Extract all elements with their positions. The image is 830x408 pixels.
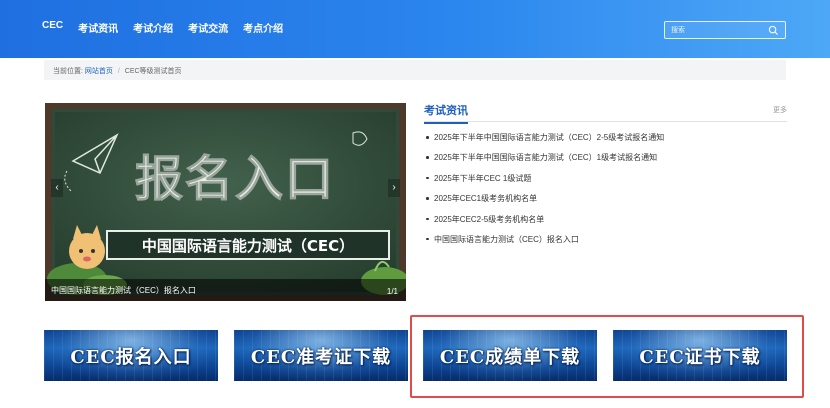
search-box xyxy=(664,21,786,39)
news-item[interactable]: 中国国际语言能力测试（CEC）报名入口 xyxy=(424,234,787,254)
news-item[interactable]: 2025年CEC2-5级考务机构名单 xyxy=(424,214,787,234)
score-report-banner-button[interactable]: CEC成绩单下载 xyxy=(423,330,597,381)
main-nav: CEC 考试资讯 考试介绍 考试交流 考点介绍 xyxy=(42,20,283,35)
news-list: 2025年下半年中国国际语言能力测试（CEC）2-5级考试报名通知 2025年下… xyxy=(424,132,787,254)
search-icon[interactable] xyxy=(768,25,779,36)
news-header: 考试资讯 更多 xyxy=(424,100,787,124)
news-title: 考试资讯 xyxy=(424,102,468,124)
breadcrumb: 当前位置: 网站首页 / CEC等级测试首页 xyxy=(44,60,786,80)
chalk-subtitle-text: 中国国际语言能力测试（CEC） xyxy=(142,237,354,255)
certificate-banner-label: CEC证书下载 xyxy=(639,346,761,368)
slider-counter: 1/1 xyxy=(386,287,398,296)
news-item[interactable]: 2025年下半年CEC 1级试题 xyxy=(424,173,787,193)
chalkboard-banner-image[interactable]: 报名入口 中国国际语言能力测试（CEC） xyxy=(45,103,406,301)
news-item[interactable]: 2025年CEC1级考务机构名单 xyxy=(424,193,787,213)
nav-item-exam-exchange[interactable]: 考试交流 xyxy=(188,20,228,35)
nav-item-cec[interactable]: CEC xyxy=(42,20,63,35)
score-report-banner-label: CEC成绩单下载 xyxy=(439,346,581,368)
nav-item-exam-news[interactable]: 考试资讯 xyxy=(78,20,118,35)
news-item[interactable]: 2025年下半年中国国际语言能力测试（CEC）2-5级考试报名通知 xyxy=(424,132,787,152)
image-slider[interactable]: 报名入口 中国国际语言能力测试（CEC） ‹ › 中国国际语言能力测试（CEC）… xyxy=(45,103,406,301)
admission-ticket-banner-label: CEC准考证下载 xyxy=(250,346,392,368)
slider-next-arrow[interactable]: › xyxy=(388,179,400,197)
news-item[interactable]: 2025年下半年中国国际语言能力测试（CEC）1级考试报名通知 xyxy=(424,152,787,172)
registration-banner-label: CEC报名入口 xyxy=(70,346,192,368)
exam-news-panel: 考试资讯 更多 2025年下半年中国国际语言能力测试（CEC）2-5级考试报名通… xyxy=(424,100,787,254)
slider-caption[interactable]: 中国国际语言能力测试（CEC）报名入口 xyxy=(51,285,196,296)
breadcrumb-home-link[interactable]: 网站首页 xyxy=(85,68,113,75)
news-more-link[interactable]: 更多 xyxy=(773,105,787,115)
chalk-heading-text: 报名入口 xyxy=(135,151,335,207)
breadcrumb-prefix: 当前位置: xyxy=(53,68,83,75)
breadcrumb-current: CEC等级测试首页 xyxy=(124,68,182,75)
certificate-banner-button[interactable]: CEC证书下载 xyxy=(613,330,787,381)
slider-prev-arrow[interactable]: ‹ xyxy=(51,179,63,197)
nav-item-test-centers[interactable]: 考点介绍 xyxy=(243,20,283,35)
search-input[interactable] xyxy=(665,22,765,38)
admission-ticket-banner-button[interactable]: CEC准考证下载 xyxy=(234,330,408,381)
registration-banner-button[interactable]: CEC报名入口 xyxy=(44,330,218,381)
top-nav-bar: CEC 考试资讯 考试介绍 考试交流 考点介绍 xyxy=(0,0,830,58)
breadcrumb-separator: / xyxy=(117,68,120,75)
nav-item-exam-intro[interactable]: 考试介绍 xyxy=(133,20,173,35)
